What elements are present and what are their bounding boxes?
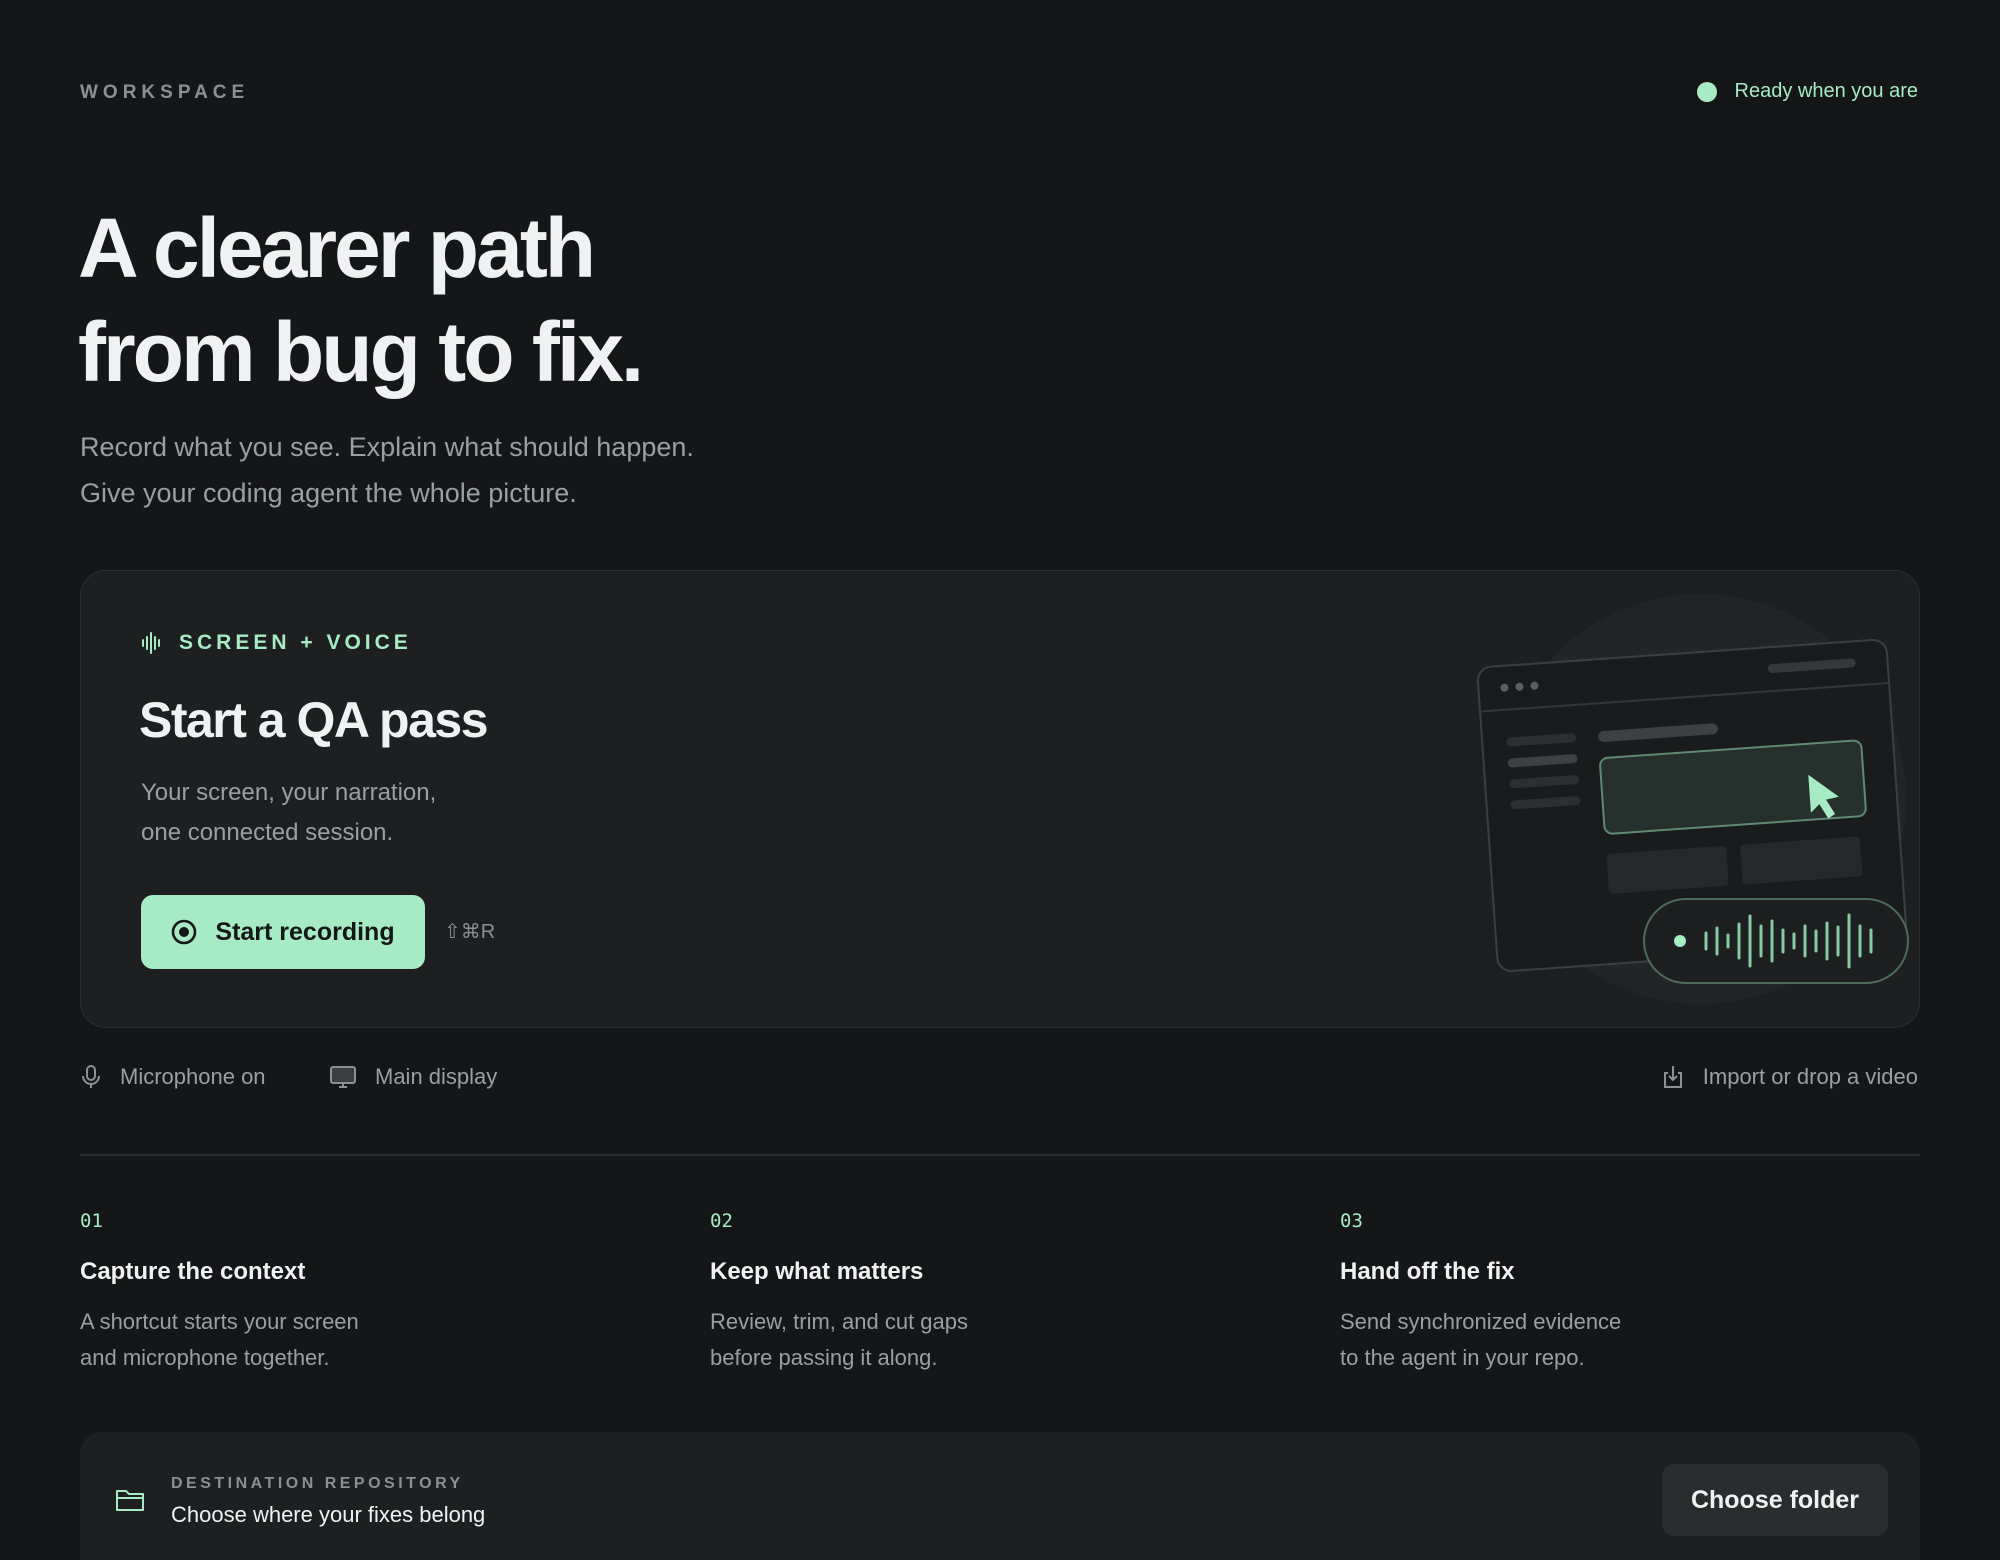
step-number: 01 — [80, 1210, 103, 1232]
hero-title-line-2: from bug to fix. — [78, 305, 644, 399]
status-dot-icon — [1696, 81, 1717, 102]
card-subtitle: Your screen, your narration, one connect… — [141, 773, 641, 853]
section-divider — [80, 1154, 1920, 1156]
step-description-line: Send synchronized evidence — [1340, 1309, 1622, 1334]
step-description-line: and microphone together. — [80, 1345, 330, 1370]
start-recording-button[interactable]: Start recording — [141, 895, 425, 969]
step-description-line: Review, trim, and cut gaps — [710, 1309, 969, 1334]
destination-repository-bar: DESTINATION REPOSITORY Choose where your… — [80, 1432, 1920, 1560]
microphone-label: Microphone on — [120, 1064, 266, 1089]
step-number: 03 — [1340, 1210, 1363, 1232]
hero-title-line-1: A clearer path — [78, 201, 596, 295]
record-icon — [172, 919, 197, 945]
recording-illustration — [1476, 594, 1909, 1004]
step-title: Keep what matters — [710, 1258, 924, 1285]
ready-status: Ready when you are — [1696, 80, 1918, 103]
record-shortcut-hint: ⇧⌘R — [444, 921, 496, 943]
step-description-line: A shortcut starts your screen — [80, 1309, 359, 1334]
step-card: 03 Hand off the fix Send synchronized ev… — [1340, 1210, 1900, 1376]
card-title: Start a QA pass — [139, 692, 489, 748]
display-selector[interactable]: Main display — [329, 1064, 497, 1090]
step-number: 02 — [710, 1210, 733, 1232]
choose-folder-button[interactable]: Choose folder — [1662, 1464, 1888, 1536]
destination-label: DESTINATION REPOSITORY — [171, 1475, 464, 1492]
hero-title: A clearer path from bug to fix. — [78, 196, 878, 404]
status-text: Ready when you are — [1734, 80, 1918, 102]
import-icon — [1663, 1066, 1682, 1088]
step-title: Capture the context — [80, 1258, 306, 1285]
destination-text: Choose where your fixes belong — [171, 1502, 486, 1527]
step-card: 02 Keep what matters Review, trim, and c… — [710, 1210, 1270, 1376]
waveform-icon — [142, 632, 160, 654]
card-eyebrow-text: SCREEN + VOICE — [179, 631, 412, 654]
hero-subtitle-line-1: Record what you see. Explain what should… — [80, 432, 694, 462]
microphone-toggle[interactable]: Microphone on — [80, 1064, 266, 1090]
step-card: 01 Capture the context A shortcut starts… — [80, 1210, 640, 1376]
step-description-line: to the agent in your repo. — [1340, 1345, 1585, 1370]
microphone-icon — [82, 1065, 100, 1088]
step-title: Hand off the fix — [1340, 1258, 1515, 1285]
folder-icon — [116, 1490, 144, 1511]
workspace-eyebrow: WORKSPACE — [80, 82, 250, 103]
import-label: Import or drop a video — [1702, 1064, 1918, 1089]
import-video-button[interactable]: Import or drop a video — [1661, 1064, 1918, 1090]
hero-subtitle: Record what you see. Explain what should… — [80, 424, 980, 516]
hero-subtitle-line-2: Give your coding agent the whole picture… — [80, 478, 577, 508]
step-description-line: before passing it along. — [710, 1345, 938, 1370]
step-description: Send synchronized evidence to the agent … — [1340, 1304, 1740, 1376]
start-recording-label: Start recording — [215, 917, 395, 946]
display-label: Main display — [375, 1064, 498, 1089]
card-eyebrow: SCREEN + VOICE — [141, 631, 412, 655]
card-subtitle-line-1: Your screen, your narration, — [141, 779, 437, 806]
qa-pass-card: SCREEN + VOICE Start a QA pass Your scre… — [80, 570, 1920, 1028]
step-description: A shortcut starts your screen and microp… — [80, 1304, 480, 1376]
card-subtitle-line-2: one connected session. — [141, 819, 394, 846]
monitor-icon — [330, 1066, 356, 1088]
step-description: Review, trim, and cut gaps before passin… — [710, 1304, 1110, 1376]
